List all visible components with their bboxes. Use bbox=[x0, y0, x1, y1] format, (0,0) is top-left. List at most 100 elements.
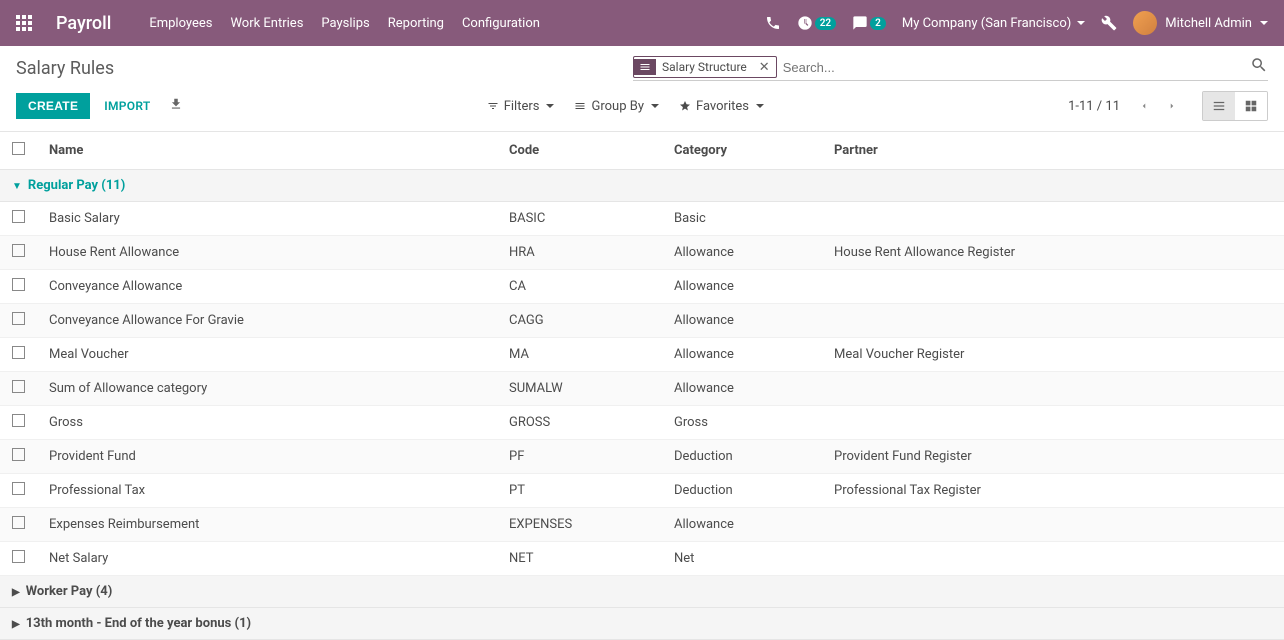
table-row[interactable]: Professional TaxPTDeductionProfessional … bbox=[0, 474, 1284, 508]
cell-category: Allowance bbox=[662, 338, 822, 372]
search-input[interactable] bbox=[777, 58, 1250, 77]
apps-icon[interactable] bbox=[16, 15, 32, 31]
pager-next[interactable] bbox=[1158, 92, 1186, 120]
table-row[interactable]: House Rent AllowanceHRAAllowanceHouse Re… bbox=[0, 236, 1284, 270]
company-selector[interactable]: My Company (San Francisco) bbox=[902, 16, 1085, 31]
messages-icon[interactable]: 2 bbox=[852, 15, 886, 31]
list-view-button[interactable] bbox=[1203, 92, 1235, 120]
cell-name: Provident Fund bbox=[37, 440, 497, 474]
row-checkbox[interactable] bbox=[12, 448, 25, 461]
table-row[interactable]: Meal VoucherMAAllowanceMeal Voucher Regi… bbox=[0, 338, 1284, 372]
group-caret-icon: ▼ bbox=[12, 181, 22, 192]
cell-name: Professional Tax bbox=[37, 474, 497, 508]
cell-code: GROSS bbox=[497, 406, 662, 440]
cell-partner: House Rent Allowance Register bbox=[822, 236, 1284, 270]
group-row[interactable]: ▼Regular Pay (11) bbox=[0, 170, 1284, 202]
table-row[interactable]: Basic SalaryBASICBasic bbox=[0, 202, 1284, 236]
filters-dropdown[interactable]: Filters bbox=[487, 99, 555, 114]
table-row[interactable]: Net SalaryNETNet bbox=[0, 542, 1284, 576]
pager-prev[interactable] bbox=[1130, 92, 1158, 120]
cell-name: House Rent Allowance bbox=[37, 236, 497, 270]
filter-icon bbox=[487, 100, 499, 112]
facet-remove[interactable]: ✕ bbox=[753, 60, 776, 75]
row-checkbox[interactable] bbox=[12, 278, 25, 291]
table-row[interactable]: Conveyance Allowance For GravieCAGGAllow… bbox=[0, 304, 1284, 338]
nav-item-configuration[interactable]: Configuration bbox=[462, 16, 540, 31]
row-checkbox[interactable] bbox=[12, 414, 25, 427]
group-row[interactable]: ▶13th month - End of the year bonus (1) bbox=[0, 608, 1284, 640]
cell-code: CAGG bbox=[497, 304, 662, 338]
chevron-down-icon bbox=[651, 104, 659, 108]
pager-buttons bbox=[1130, 92, 1186, 120]
table-row[interactable]: Provident FundPFDeductionProvident Fund … bbox=[0, 440, 1284, 474]
cp-row-top: Salary Rules Salary Structure ✕ bbox=[16, 56, 1268, 81]
cell-category: Basic bbox=[662, 202, 822, 236]
facet-value: Salary Structure bbox=[656, 60, 753, 74]
row-checkbox[interactable] bbox=[12, 380, 25, 393]
row-checkbox[interactable] bbox=[12, 482, 25, 495]
cell-category: Deduction bbox=[662, 440, 822, 474]
navbar-left: Payroll Employees Work Entries Payslips … bbox=[16, 13, 540, 34]
col-partner[interactable]: Partner bbox=[822, 132, 1284, 170]
table-wrap: Name Code Category Partner ▼Regular Pay … bbox=[0, 131, 1284, 640]
chevron-down-icon bbox=[1260, 21, 1268, 25]
table-row[interactable]: GrossGROSSGross bbox=[0, 406, 1284, 440]
list-icon bbox=[574, 100, 586, 112]
group-caret-icon: ▶ bbox=[12, 587, 20, 598]
group-row[interactable]: ▶Worker Pay (4) bbox=[0, 576, 1284, 608]
navbar: Payroll Employees Work Entries Payslips … bbox=[0, 0, 1284, 46]
cell-name: Sum of Allowance category bbox=[37, 372, 497, 406]
nav-item-payslips[interactable]: Payslips bbox=[321, 16, 369, 31]
pager-text[interactable]: 1-11 / 11 bbox=[1068, 99, 1120, 114]
search-icon[interactable] bbox=[1250, 56, 1268, 78]
table-row[interactable]: Conveyance AllowanceCAAllowance bbox=[0, 270, 1284, 304]
row-checkbox[interactable] bbox=[12, 516, 25, 529]
col-code[interactable]: Code bbox=[497, 132, 662, 170]
table-row[interactable]: Sum of Allowance categorySUMALWAllowance bbox=[0, 372, 1284, 406]
user-name: Mitchell Admin bbox=[1165, 16, 1252, 31]
download-icon[interactable] bbox=[169, 97, 183, 115]
phone-icon[interactable] bbox=[765, 15, 781, 31]
row-checkbox[interactable] bbox=[12, 550, 25, 563]
cp-right: 1-11 / 11 bbox=[1068, 91, 1268, 121]
star-icon bbox=[679, 100, 691, 112]
cell-code: EXPENSES bbox=[497, 508, 662, 542]
cell-category: Allowance bbox=[662, 508, 822, 542]
cell-partner bbox=[822, 270, 1284, 304]
import-button[interactable]: IMPORT bbox=[104, 99, 150, 113]
col-name[interactable]: Name bbox=[37, 132, 497, 170]
debug-icon[interactable] bbox=[1101, 15, 1117, 31]
favorites-dropdown[interactable]: Favorites bbox=[679, 99, 764, 114]
create-button[interactable]: CREATE bbox=[16, 93, 90, 119]
search-facet: Salary Structure ✕ bbox=[633, 56, 777, 78]
chevron-down-icon bbox=[546, 104, 554, 108]
cell-partner bbox=[822, 542, 1284, 576]
cell-partner bbox=[822, 508, 1284, 542]
navbar-right: 22 2 My Company (San Francisco) Mitchell… bbox=[765, 11, 1268, 35]
control-panel: Salary Rules Salary Structure ✕ CREATE I… bbox=[0, 46, 1284, 131]
nav-item-employees[interactable]: Employees bbox=[149, 16, 212, 31]
nav-item-reporting[interactable]: Reporting bbox=[388, 16, 444, 31]
table-row[interactable]: Expenses ReimbursementEXPENSESAllowance bbox=[0, 508, 1284, 542]
kanban-view-button[interactable] bbox=[1235, 92, 1267, 120]
cell-category: Allowance bbox=[662, 304, 822, 338]
select-all-checkbox[interactable] bbox=[12, 142, 25, 155]
activities-icon[interactable]: 22 bbox=[797, 15, 836, 31]
search-dropdowns: Filters Group By Favorites bbox=[487, 99, 764, 114]
groupby-dropdown[interactable]: Group By bbox=[574, 99, 659, 114]
col-category[interactable]: Category bbox=[662, 132, 822, 170]
row-checkbox[interactable] bbox=[12, 244, 25, 257]
nav-item-work-entries[interactable]: Work Entries bbox=[230, 16, 303, 31]
activities-badge: 22 bbox=[815, 17, 836, 30]
cell-category: Allowance bbox=[662, 270, 822, 304]
cell-category: Net bbox=[662, 542, 822, 576]
cell-code: PT bbox=[497, 474, 662, 508]
breadcrumb: Salary Rules bbox=[16, 58, 114, 79]
row-checkbox[interactable] bbox=[12, 210, 25, 223]
cell-name: Net Salary bbox=[37, 542, 497, 576]
row-checkbox[interactable] bbox=[12, 346, 25, 359]
app-title[interactable]: Payroll bbox=[56, 13, 111, 34]
user-menu[interactable]: Mitchell Admin bbox=[1133, 11, 1268, 35]
list-icon bbox=[1212, 99, 1226, 113]
row-checkbox[interactable] bbox=[12, 312, 25, 325]
